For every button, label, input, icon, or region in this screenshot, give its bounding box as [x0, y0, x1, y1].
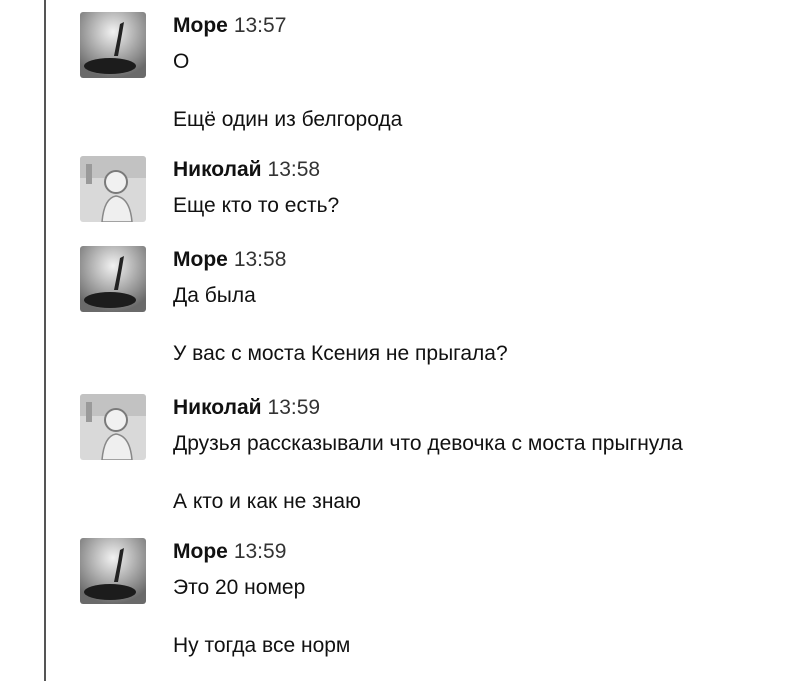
message-text: Еще кто то есть? — [173, 194, 340, 217]
sea-avatar[interactable] — [80, 246, 146, 312]
message-time: 13:57 — [233, 14, 287, 37]
chat-message: Море 13:57 О Ещё один из белгорода — [80, 12, 780, 132]
message-text: У вас с моста Ксения не прыгала? — [173, 342, 508, 365]
chat-message: Николай 13:58 Еще кто то есть? — [80, 156, 780, 226]
message-header: Море 13:58 — [173, 246, 286, 274]
sea-avatar[interactable] — [80, 12, 146, 78]
message-text: Друзья рассказывали что девочка с моста … — [173, 432, 683, 455]
message-text: Ещё один из белгорода — [173, 108, 403, 131]
message-time: 13:58 — [233, 248, 287, 271]
chat-message: Николай 13:59 Друзья рассказывали что дев… — [80, 394, 780, 514]
author-name[interactable]: Николай — [173, 158, 262, 181]
message-text: Ну тогда все норм — [173, 634, 351, 657]
message-text: Да была — [173, 284, 256, 307]
message-header: Николай 13:58 — [173, 156, 320, 184]
message-time: 13:59 — [267, 396, 321, 419]
message-text: А кто и как не знаю — [173, 490, 361, 513]
message-text: Это 20 номер — [173, 576, 306, 599]
author-name[interactable]: Море — [173, 248, 228, 271]
sea-avatar[interactable] — [80, 538, 146, 604]
author-name[interactable]: Море — [173, 14, 228, 37]
message-header: Николай 13:59 — [173, 394, 320, 422]
message-header: Море 13:59 — [173, 538, 286, 566]
chat-history: Море 13:57 О Ещё один из белгорода Никола… — [0, 0, 790, 681]
message-time: 13:59 — [233, 540, 287, 563]
chat-message: Море 13:59 Это 20 номер Ну тогда все норм — [80, 538, 780, 668]
author-name[interactable]: Море — [173, 540, 228, 563]
message-text: О — [173, 50, 190, 73]
author-name[interactable]: Николай — [173, 396, 262, 419]
person-avatar[interactable] — [80, 156, 146, 222]
message-header: Море 13:57 — [173, 12, 286, 40]
chat-message: Море 13:58 Да была У вас с моста Ксения н… — [80, 246, 780, 366]
message-time: 13:58 — [267, 158, 321, 181]
person-avatar[interactable] — [80, 394, 146, 460]
